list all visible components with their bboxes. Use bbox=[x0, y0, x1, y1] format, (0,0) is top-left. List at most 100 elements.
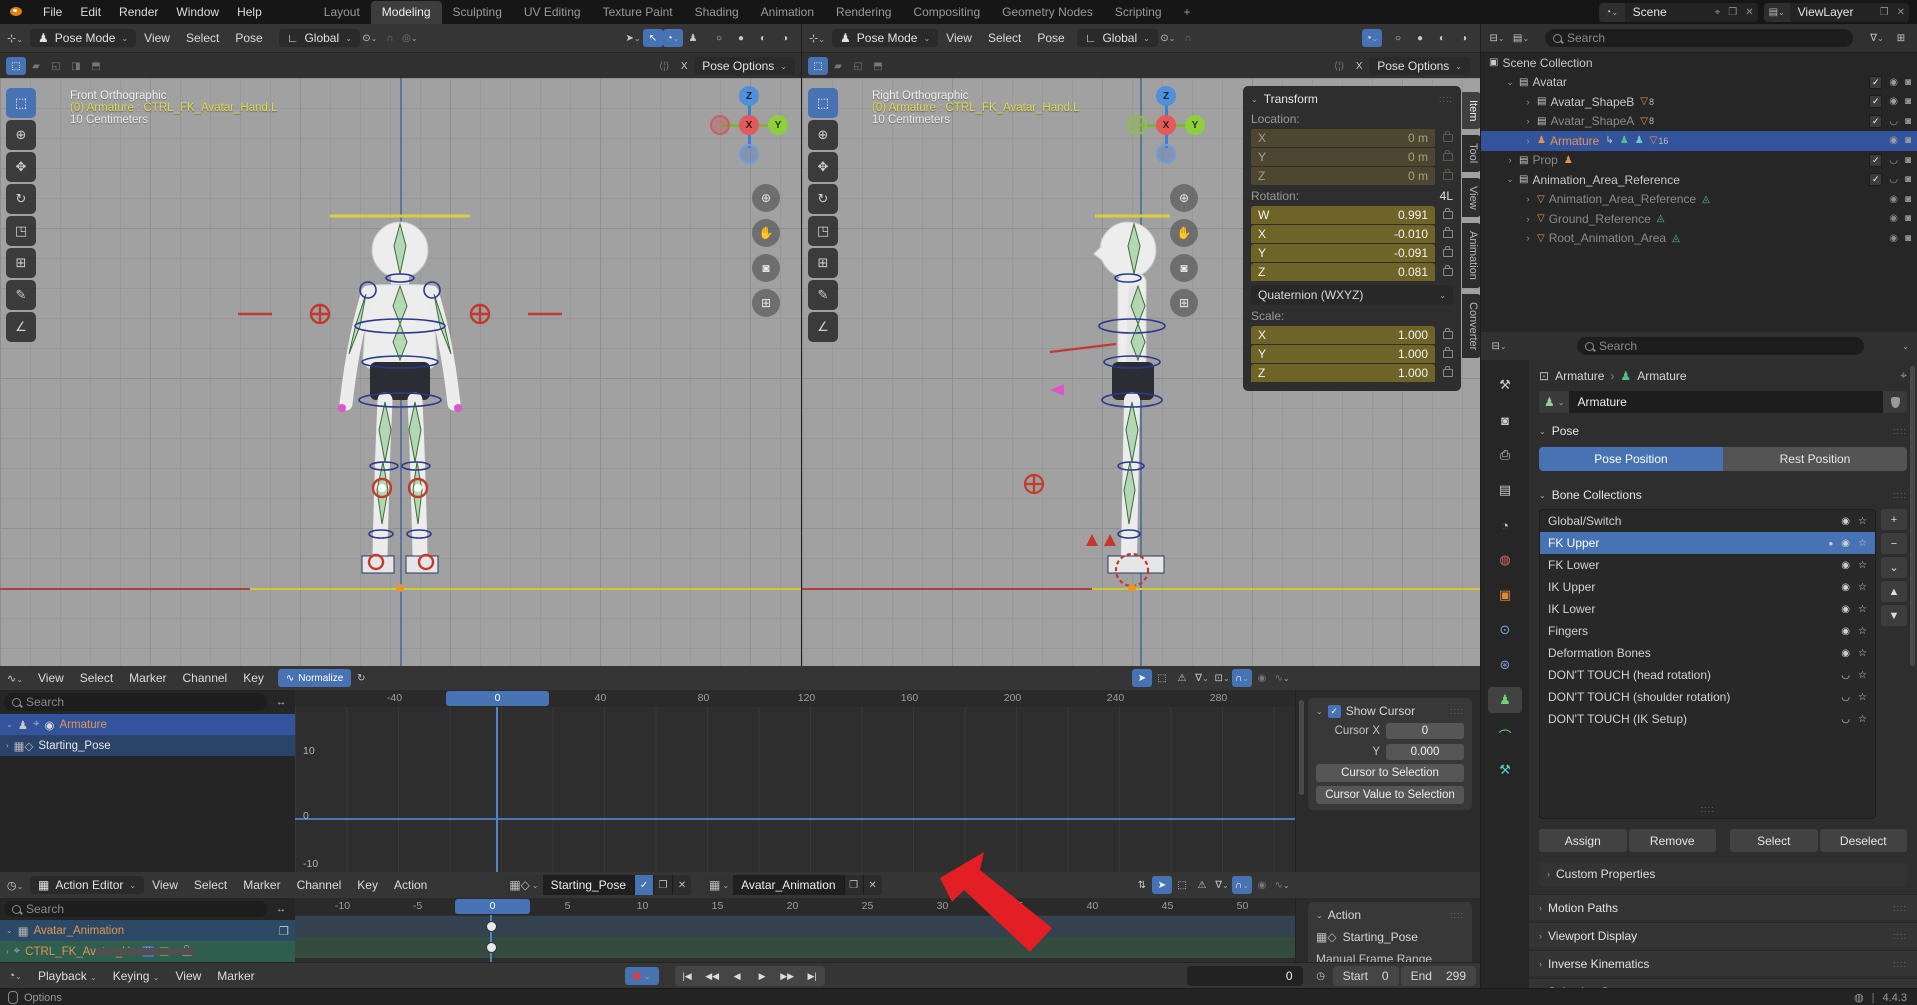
transport-button[interactable]: |◀ bbox=[675, 966, 700, 986]
armature-datablock[interactable]: ♟⌄ Armature bbox=[1539, 391, 1907, 413]
blender-logo-icon[interactable] bbox=[8, 5, 26, 19]
duplicate-action-icon[interactable]: ❐ bbox=[844, 875, 863, 895]
lock-icon[interactable] bbox=[1443, 249, 1453, 257]
transport-button[interactable]: ▶ bbox=[750, 966, 775, 986]
viewport2-nav-gizmo[interactable]: Z X Y bbox=[1127, 86, 1207, 166]
select-box-icon[interactable]: ⬚ bbox=[1152, 669, 1172, 687]
outliner-row[interactable]: ⌄ ▤ Avatar ✓ ◉ ◙ bbox=[1481, 73, 1917, 93]
pivot-icon[interactable]: ⊙⌄ bbox=[1158, 29, 1178, 47]
list-button[interactable]: − bbox=[1881, 533, 1907, 554]
end-frame-field[interactable]: End299 bbox=[1401, 966, 1476, 986]
tool-button[interactable]: ◳ bbox=[808, 216, 838, 246]
proportional-edit-icon[interactable]: ◎⌄ bbox=[400, 29, 420, 47]
bone-collection-row[interactable]: FK Upper ● ◉ ☆ bbox=[1540, 532, 1875, 554]
filter-icon[interactable]: ∇⌄ bbox=[1192, 669, 1212, 687]
tool-button[interactable]: ✎ bbox=[6, 280, 36, 310]
delete-viewlayer-icon[interactable]: ✕ bbox=[1893, 7, 1909, 18]
filter-icon[interactable]: ∇⌄ bbox=[1212, 876, 1232, 894]
list-button[interactable]: ▼ bbox=[1881, 605, 1907, 626]
shading-mode-icon[interactable]: ● bbox=[731, 29, 751, 47]
workspace-tab[interactable]: Animation bbox=[750, 1, 825, 24]
solo-star-icon[interactable]: ☆ bbox=[1858, 538, 1867, 549]
tool-button[interactable]: ⬚ bbox=[808, 88, 838, 118]
visibility-eye-icon[interactable]: ◉ bbox=[1889, 77, 1898, 88]
playhead-sync-icon[interactable]: ➤ bbox=[1152, 876, 1172, 894]
warning-icon[interactable]: ⚠ bbox=[1172, 669, 1192, 687]
lock-icon[interactable] bbox=[1443, 331, 1453, 339]
expand-icon[interactable]: › bbox=[1521, 97, 1535, 107]
render-camera-icon[interactable]: ◙ bbox=[1905, 155, 1911, 166]
copy-viewlayer-icon[interactable]: ❐ bbox=[1876, 7, 1893, 18]
lock-icon[interactable] bbox=[1443, 211, 1453, 219]
outliner-row[interactable]: › ▽ Ground_Reference ◬ ◉ ◙ bbox=[1481, 209, 1917, 229]
solo-star-icon[interactable]: ☆ bbox=[1858, 604, 1867, 615]
outliner-row[interactable]: › ▽ Animation_Area_Reference ◬ ◉ ◙ bbox=[1481, 190, 1917, 210]
selectability-checkbox[interactable]: ✓ bbox=[1869, 154, 1882, 167]
render-camera-icon[interactable]: ◙ bbox=[1905, 194, 1911, 205]
visibility-eye-icon[interactable]: ◡ bbox=[1889, 155, 1898, 166]
keyframe[interactable] bbox=[486, 942, 497, 953]
dope-menu[interactable]: Select bbox=[186, 878, 235, 892]
workspace-tab[interactable]: + bbox=[1173, 1, 1202, 24]
normalize-range-icon[interactable]: ⊡⌄ bbox=[1212, 669, 1232, 687]
pushdown-icon[interactable]: ❐ bbox=[279, 924, 289, 938]
avatar-front-view[interactable] bbox=[230, 194, 570, 594]
graph-menu[interactable]: Key bbox=[235, 671, 272, 685]
properties-tab-icon[interactable]: ▣ bbox=[1488, 582, 1522, 608]
transform-panel-header[interactable]: ⌄Transform:::: bbox=[1251, 92, 1453, 106]
overlays-icon[interactable]: ◔⌄ bbox=[1362, 29, 1382, 47]
playhead-sync-icon[interactable]: ➤ bbox=[1132, 669, 1152, 687]
properties-scrollbar[interactable] bbox=[1910, 366, 1915, 666]
remove-button[interactable]: Remove bbox=[1629, 829, 1717, 852]
workspace-tab[interactable]: Shading bbox=[684, 1, 750, 24]
solo-star-icon[interactable]: ☆ bbox=[1858, 560, 1867, 571]
viewport-menu[interactable]: Select bbox=[980, 31, 1029, 45]
outliner-row[interactable]: › ♟ Armature ↳ ♟ ♟ ▽ 16 ◉ ◙ bbox=[1481, 131, 1917, 151]
pose-panel-header[interactable]: ⌄Pose:::: bbox=[1529, 417, 1917, 445]
new-collection-icon[interactable]: ⊞ bbox=[1891, 29, 1911, 47]
shading-mode-icon[interactable]: ◑ bbox=[775, 29, 795, 47]
select-intersect-icon[interactable]: ⬒ bbox=[868, 57, 888, 75]
outliner-row[interactable]: › ▤ Avatar_ShapeB ▽ 8 ✓ ◉ ◙ bbox=[1481, 92, 1917, 112]
sidebar-tab[interactable]: Item bbox=[1462, 92, 1480, 129]
pose-position-button[interactable]: Pose Position bbox=[1539, 447, 1723, 471]
sidebar-tab[interactable]: Tool bbox=[1462, 135, 1480, 171]
properties-tab-icon[interactable]: ⌒ bbox=[1488, 722, 1522, 748]
properties-tab-icon[interactable]: ◍ bbox=[1488, 547, 1522, 573]
expand-icon[interactable]: ⌄ bbox=[1503, 174, 1517, 185]
rotation-row[interactable]: X-0.010 bbox=[1251, 225, 1453, 243]
dope-menu[interactable]: Key bbox=[349, 878, 386, 892]
tool-button[interactable]: ∠ bbox=[808, 312, 838, 342]
lock-icon[interactable] bbox=[1443, 230, 1453, 238]
visibility-eye-icon[interactable]: ◉ bbox=[1841, 648, 1850, 659]
cursor-y-field[interactable]: 0.000 bbox=[1386, 744, 1464, 760]
filter-icon[interactable]: ∇⌄ bbox=[1867, 29, 1887, 47]
tool-button[interactable]: ✥ bbox=[808, 152, 838, 182]
visibility-eye-icon[interactable]: ◉ bbox=[1889, 96, 1898, 107]
camera-view-icon[interactable]: ◙ bbox=[752, 254, 780, 282]
expand-search-icon[interactable]: ↔ bbox=[271, 900, 291, 918]
solo-star-icon[interactable]: ☆ bbox=[1858, 516, 1867, 527]
auto-key-record-button[interactable]: ⌄ bbox=[625, 967, 659, 985]
scene-selector[interactable]: ◔⌄ Scene ⌖ ❐ ✕ bbox=[1599, 3, 1758, 22]
editor-type-icon[interactable]: ⊹⌄ bbox=[802, 32, 832, 45]
unlink-action-icon[interactable]: ✕ bbox=[863, 875, 882, 895]
action-icon[interactable]: ▦◇⌄ bbox=[505, 875, 542, 895]
workspace-tab[interactable]: Layout bbox=[313, 1, 371, 24]
properties-tab-icon[interactable]: ◙ bbox=[1488, 407, 1522, 433]
select-box-icon[interactable]: ⬚ bbox=[1172, 876, 1192, 894]
select-extend-icon[interactable]: ▰ bbox=[26, 57, 46, 75]
visibility-eye-icon[interactable]: ◉ bbox=[1889, 194, 1898, 205]
options-caret-icon[interactable]: ⌄ bbox=[1902, 342, 1909, 351]
workspace-tab[interactable]: UV Editing bbox=[513, 1, 592, 24]
tool-button[interactable]: ◳ bbox=[6, 216, 36, 246]
keying-menu[interactable]: Keying ⌄ bbox=[105, 969, 168, 983]
select-subtract-icon[interactable]: ◱ bbox=[46, 57, 66, 75]
assign-button[interactable]: Assign bbox=[1539, 829, 1627, 852]
properties-tab-icon[interactable]: ⊙ bbox=[1488, 617, 1522, 643]
scale-row[interactable]: Z1.000 bbox=[1251, 364, 1453, 382]
snap-magnet-icon[interactable]: ∩ bbox=[380, 29, 400, 47]
location-row[interactable]: X0 m bbox=[1251, 129, 1453, 147]
move-gizmo-icon[interactable]: ↖ bbox=[643, 29, 663, 47]
custom-properties-panel[interactable]: ›Custom Properties bbox=[1539, 862, 1907, 886]
